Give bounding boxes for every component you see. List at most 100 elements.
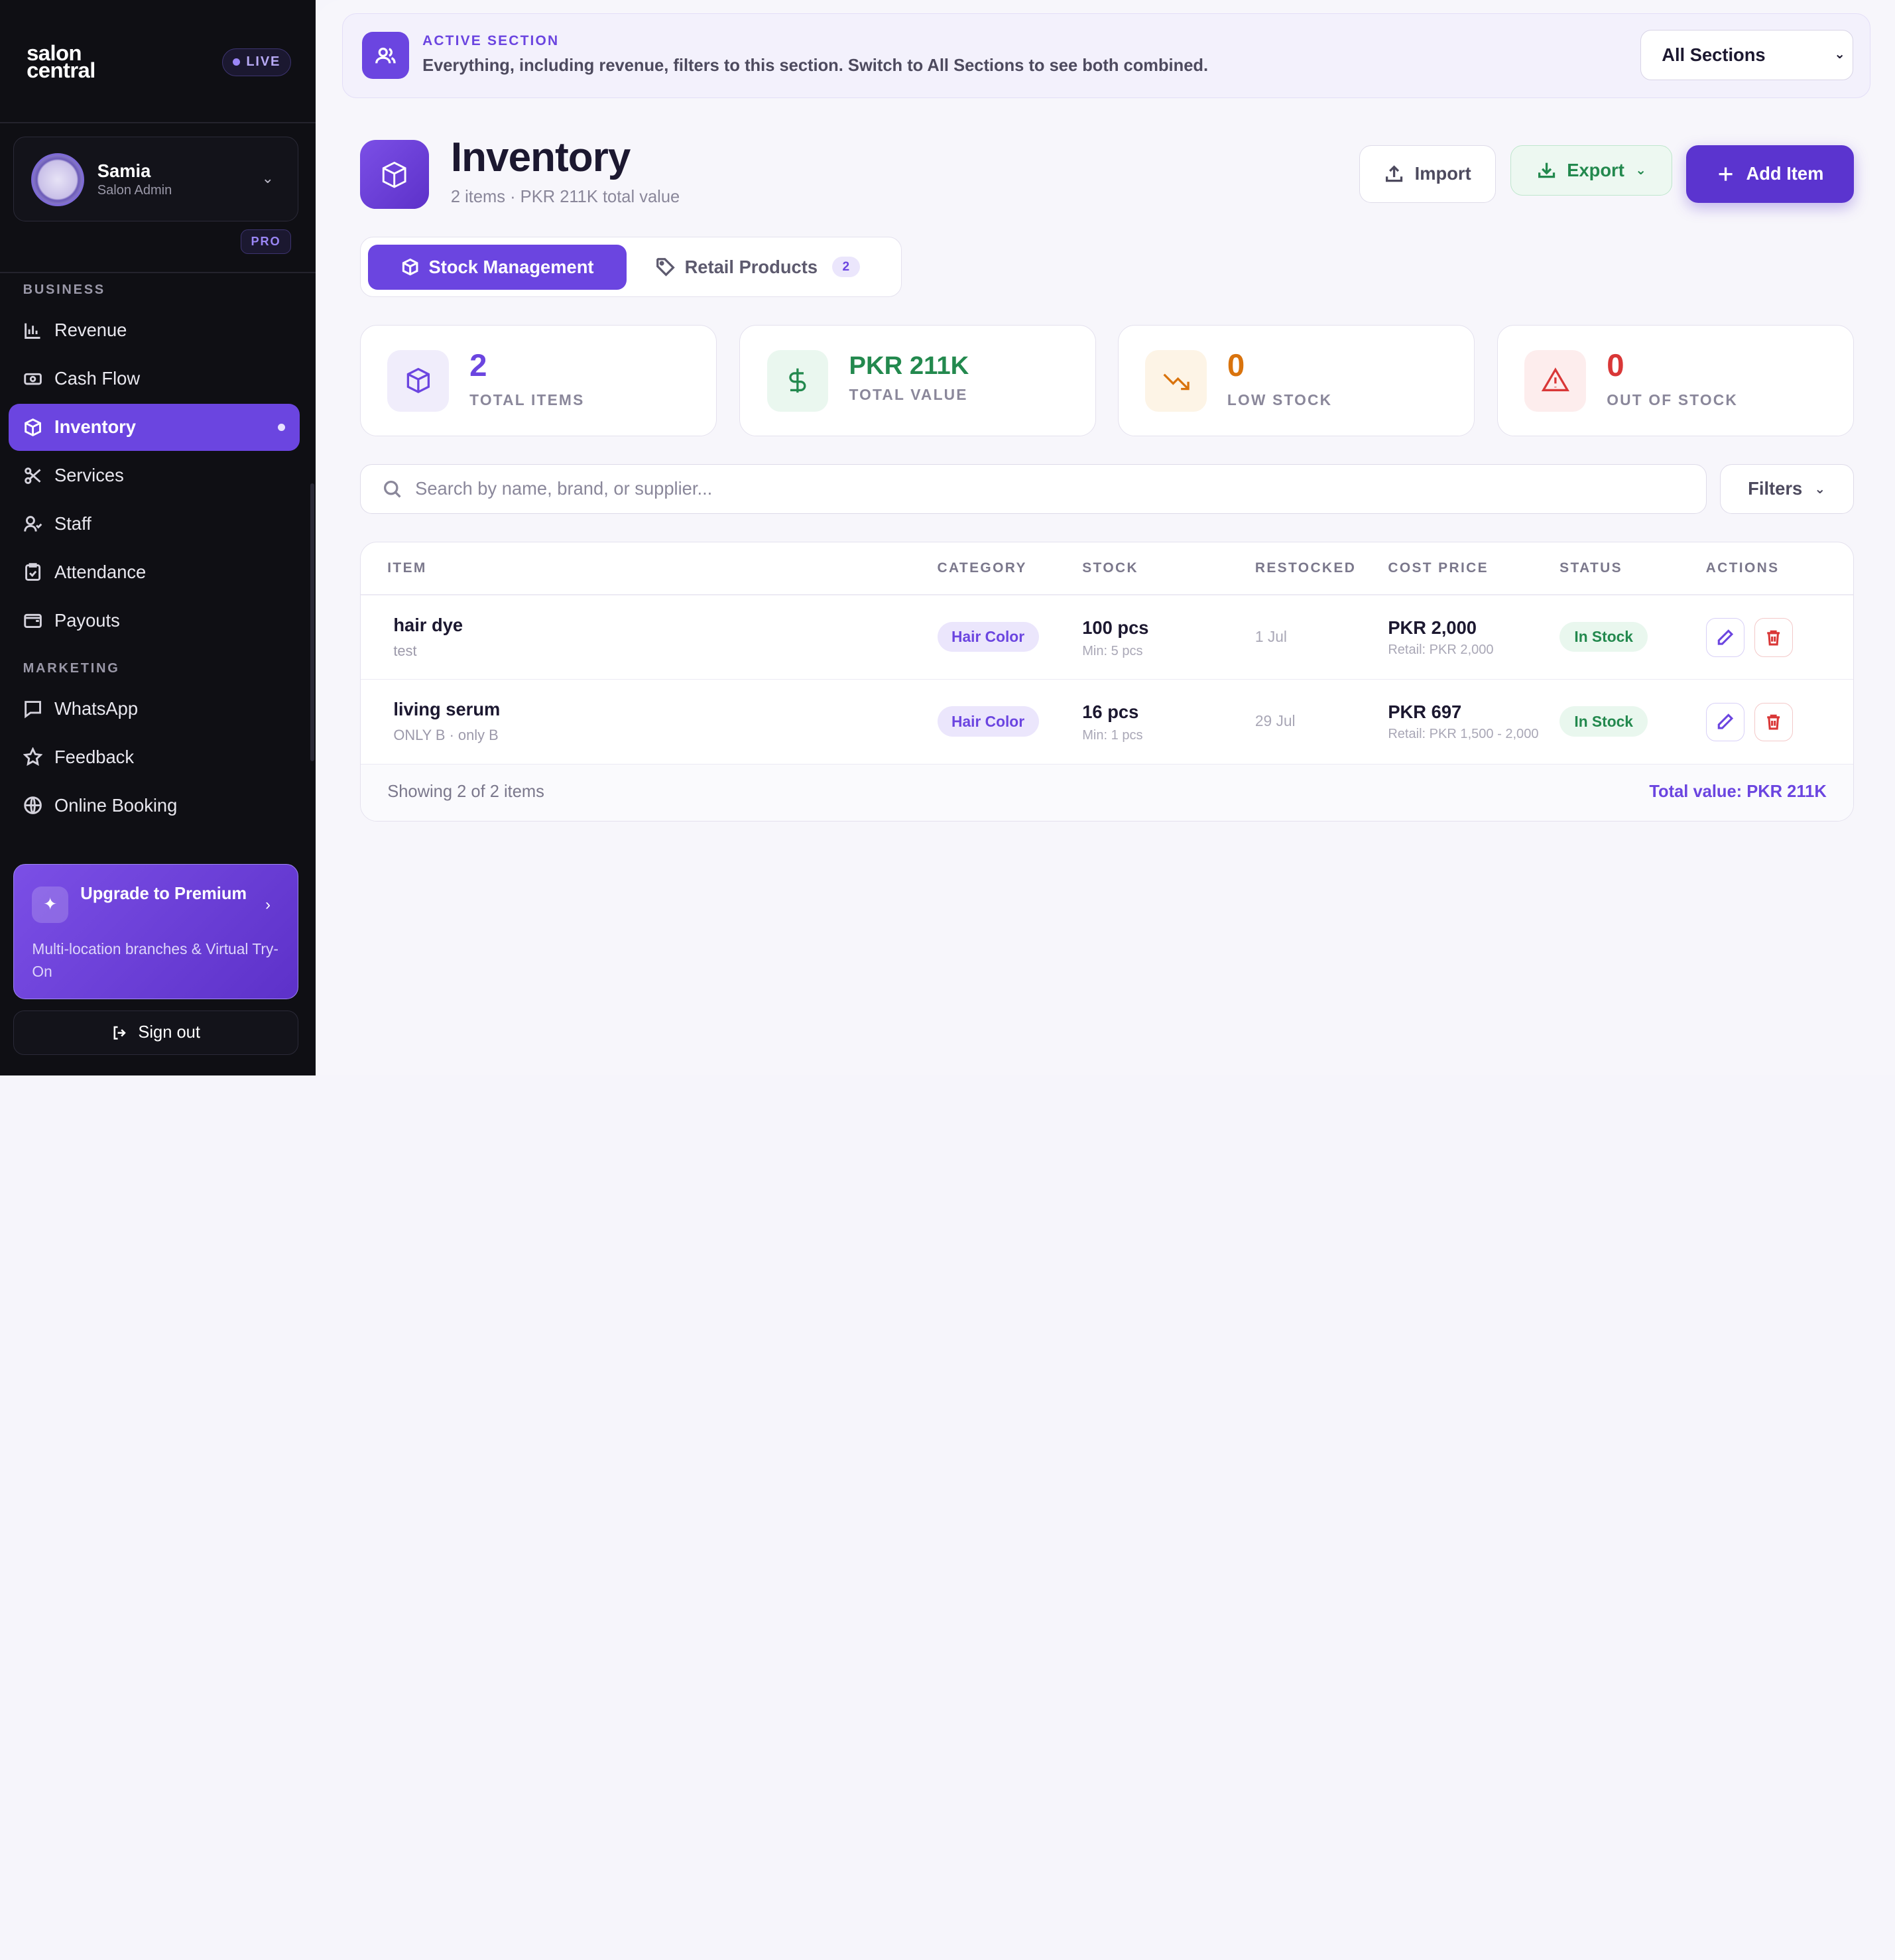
sidebar-item-online-booking[interactable]: Online Booking [9,782,300,829]
plus-icon [1719,167,1733,181]
user-role: Salon Admin [97,183,172,198]
showing-count: Showing 2 of 2 items [387,782,544,802]
item-name: living serum [393,699,501,720]
chevron-down-icon: ⌄ [261,170,274,187]
search-input[interactable] [415,478,1503,500]
scissors-icon [24,467,41,484]
wallet-icon [23,614,42,629]
status-badge: In Stock [1559,706,1648,737]
live-dot-icon [233,58,241,66]
users-icon [361,32,410,80]
filters-button[interactable]: Filters ⌄ [1719,463,1854,514]
section-business: BUSINESS [23,282,105,298]
package-icon [402,259,418,276]
divider [0,122,316,123]
chevron-right-icon: › [265,896,271,914]
active-indicator-icon [278,423,286,431]
divider [0,272,316,273]
stat-label: TOTAL ITEMS [469,391,585,408]
sidebar-item-label: Services [54,465,124,486]
sidebar-item-label: Online Booking [54,794,178,816]
sidebar-scrollbar[interactable] [310,483,314,762]
stat-value: 0 [1607,348,1624,384]
sidebar-item-label: Payouts [54,609,120,631]
sidebar-item-revenue[interactable]: Revenue [9,307,300,354]
status-badge: In Stock [1559,621,1648,652]
sidebar: salon central LIVE Samia Salon Admin ⌄ P… [0,0,316,1076]
live-label: LIVE [246,54,281,70]
stat-card-total-items: 2 TOTAL ITEMS [360,325,717,436]
tab-retail-products[interactable]: Retail Products 2 [656,245,860,289]
item-name: hair dye [393,614,463,635]
sidebar-item-label: WhatsApp [54,698,139,719]
delete-button[interactable] [1754,618,1793,657]
sidebar-item-label: Cash Flow [54,368,141,389]
sidebar-item-whatsapp[interactable]: WhatsApp [9,685,300,732]
search-icon [383,480,401,498]
column-header: STOCK [1082,560,1138,576]
category-badge: Hair Color [937,621,1039,652]
inventory-table: ITEM CATEGORY STOCK RESTOCKED COST PRICE… [360,541,1854,822]
export-button[interactable]: Export ⌄ [1510,145,1673,196]
delete-button[interactable] [1754,702,1793,742]
stat-label: TOTAL VALUE [849,386,968,404]
retail-price: Retail: PKR 2,000 [1388,642,1494,657]
logo-line2: central [27,57,95,82]
sidebar-item-feedback[interactable]: Feedback [9,733,300,780]
sign-out-label: Sign out [138,1022,200,1042]
column-header: ACTIONS [1705,560,1780,576]
stat-card-low-stock: 0 LOW STOCK [1117,325,1475,436]
dollar-icon [766,349,829,412]
section-select-value: All Sections [1662,44,1766,65]
stock-min: Min: 1 pcs [1082,728,1143,743]
staff-icon [23,515,42,532]
page-subtitle: 2 items · PKR 211K total value [450,187,680,206]
total-value: Total value: PKR 211K [1649,782,1827,802]
search-bar [360,463,1707,514]
restocked-date: 29 Jul [1254,712,1296,730]
column-header: COST PRICE [1388,560,1489,576]
user-menu[interactable]: Samia Salon Admin ⌄ [13,136,299,221]
pencil-icon [1717,713,1734,729]
page-title: Inventory [450,135,631,181]
sidebar-item-label: Revenue [54,320,127,341]
sidebar-item-inventory[interactable]: Inventory [8,403,300,451]
stat-card-out-of-stock: 0 OUT OF STOCK [1497,325,1854,436]
table-row[interactable]: hair dye test Hair Color 100 pcs Min: 5 … [361,595,1853,680]
item-subtitle: test [393,642,417,659]
edit-button[interactable] [1705,618,1744,657]
export-label: Export [1567,159,1624,180]
log-out-icon [113,1026,127,1040]
pencil-icon [1717,629,1734,645]
tab-stock-management[interactable]: Stock Management [368,245,627,290]
edit-button[interactable] [1705,702,1744,742]
chevron-down-icon: ⌄ [1635,163,1646,178]
salon-central-logo[interactable]: salon central [27,42,95,82]
tab-retail-label: Retail Products [684,256,818,277]
upgrade-title: Upgrade to Premium [80,884,247,903]
import-button[interactable]: Import [1359,145,1497,204]
cost-price: PKR 2,000 [1388,617,1477,638]
sidebar-item-payouts[interactable]: Payouts [9,597,300,644]
sidebar-item-label: Staff [54,513,92,534]
sign-out-button[interactable]: Sign out [13,1010,299,1056]
tab-stock-label: Stock Management [428,256,594,277]
avatar [31,153,84,206]
clipboard-icon [25,563,40,582]
message-icon [24,701,41,719]
table-row[interactable]: living serum ONLY B · only B Hair Color … [361,680,1853,765]
section-select[interactable]: All Sections ⌄ [1640,29,1854,81]
sidebar-item-attendance[interactable]: Attendance [9,548,300,595]
stat-card-total-value: PKR 211K TOTAL VALUE [739,325,1097,436]
bar-chart-icon [24,323,40,339]
add-item-button[interactable]: Add Item [1685,145,1854,204]
retail-count-badge: 2 [831,257,860,278]
retail-price: Retail: PKR 1,500 - 2,000 [1388,727,1539,742]
active-section-banner: ACTIVE SECTION Everything, including rev… [341,13,1871,98]
sidebar-item-staff[interactable]: Staff [9,501,300,548]
sidebar-item-cash-flow[interactable]: Cash Flow [9,355,300,402]
sidebar-item-services[interactable]: Services [9,452,300,499]
stat-label: LOW STOCK [1227,391,1333,408]
upgrade-card[interactable]: ✦ Upgrade to Premium › Multi-location br… [13,864,299,1000]
filters-label: Filters [1748,478,1803,499]
